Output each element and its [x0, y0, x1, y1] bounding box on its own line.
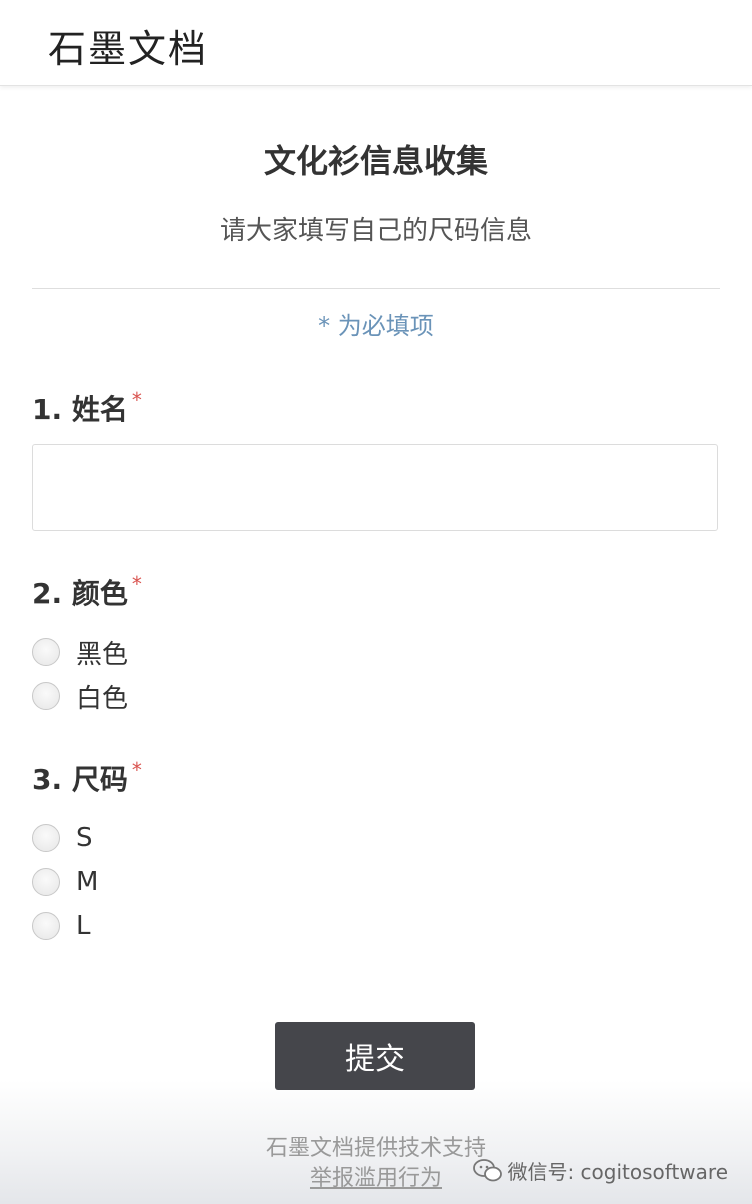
required-star: * [131, 572, 142, 596]
divider [32, 288, 720, 289]
option-label: M [76, 867, 99, 897]
watermark-text: 微信号: cogitosoftware [507, 1160, 728, 1184]
question-1-label: 1. 姓名 [32, 393, 128, 426]
form-description: 请大家填写自己的尺码信息 [219, 216, 532, 246]
required-star: * [131, 758, 142, 782]
wechat-icon [473, 1158, 503, 1181]
required-star: * [131, 388, 142, 412]
required-note: * 为必填项 [318, 312, 434, 340]
question-3-label: 3. 尺码 [32, 763, 128, 796]
question-2-label: 2. 颜色 [32, 577, 128, 610]
question-3-title: 3. 尺码 * [32, 758, 142, 798]
name-input[interactable] [32, 444, 718, 531]
submit-button[interactable]: 提交 [275, 1022, 475, 1090]
brand-logo[interactable]: 石墨文档 [48, 18, 208, 73]
app-header: 石墨文档 [0, 0, 752, 86]
color-option-black[interactable]: 黑色 [32, 637, 128, 670]
radio-button[interactable] [32, 868, 60, 896]
radio-button[interactable] [32, 912, 60, 940]
radio-button[interactable] [32, 824, 60, 852]
option-label: 白色 [76, 683, 129, 714]
radio-button[interactable] [32, 682, 60, 710]
option-label: L [76, 911, 91, 941]
size-option-s[interactable]: S [32, 823, 93, 853]
watermark: 微信号: cogitosoftware [473, 1156, 728, 1185]
radio-button[interactable] [32, 638, 60, 666]
question-2-title: 2. 颜色 * [32, 572, 142, 612]
form-title: 文化衫信息收集 [263, 142, 488, 180]
question-1-title: 1. 姓名 * [32, 388, 142, 428]
size-option-l[interactable]: L [32, 911, 91, 941]
option-label: 黑色 [76, 639, 129, 670]
size-option-m[interactable]: M [32, 867, 98, 897]
color-option-white[interactable]: 白色 [32, 681, 128, 714]
option-label: S [76, 823, 93, 853]
